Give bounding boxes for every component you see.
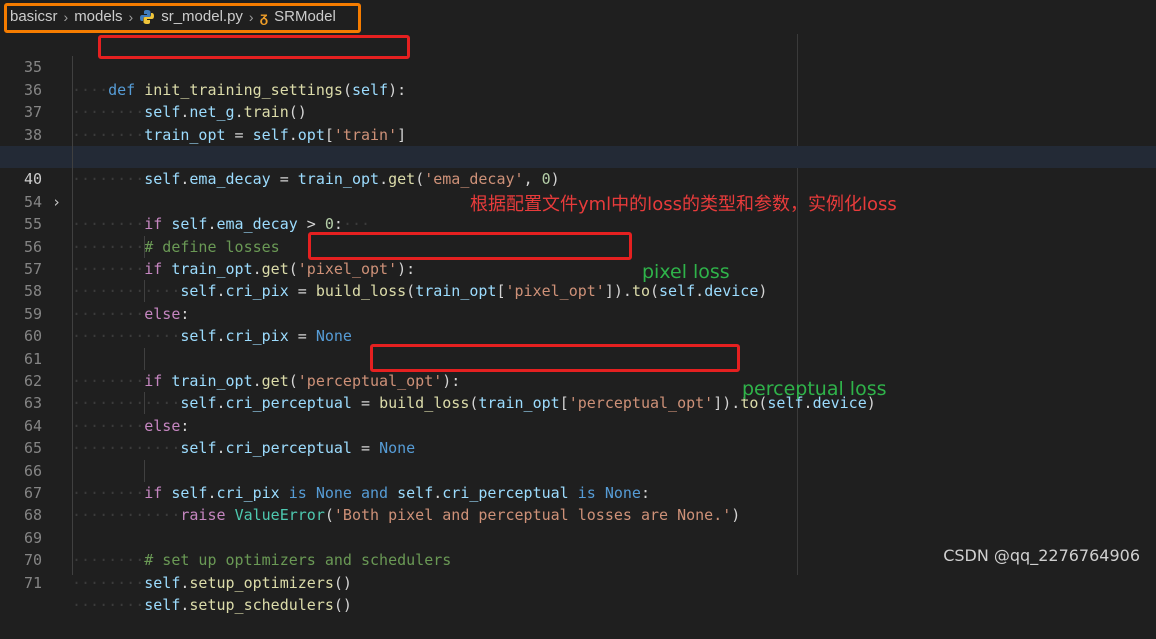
code-line[interactable]: 39 ········self.ema_decay = train_opt.ge… xyxy=(0,124,1156,188)
indent-guide xyxy=(144,348,145,370)
code-line[interactable]: 59 ············self.cri_pix = None xyxy=(0,280,1156,345)
code-line[interactable]: 38 xyxy=(0,101,1156,144)
code-line[interactable]: 60 xyxy=(0,303,1156,345)
code-line[interactable]: 66 ········if self.cri_pix is None and s… xyxy=(0,437,1156,502)
code-line-current[interactable]: 40 › ········if self.ema_decay > 0:··· xyxy=(0,146,1156,233)
code-line[interactable]: 64 ············self.cri_perceptual = Non… xyxy=(0,392,1156,457)
breadcrumb: basicsr › models › sr_model.py › ᵹ SRMod… xyxy=(0,0,1156,34)
code-line[interactable]: 69 ········# set up optimizers and sched… xyxy=(0,504,1156,569)
class-symbol-icon: ᵹ xyxy=(259,8,269,25)
highlight-box-perceptual-loss xyxy=(370,344,740,372)
indent-guide xyxy=(144,236,145,258)
chevron-right-icon: › xyxy=(63,8,69,25)
chevron-right-icon: › xyxy=(248,8,254,25)
highlight-box-function-def xyxy=(98,35,410,59)
indent-guide xyxy=(144,280,145,302)
breadcrumb-item-basicsr[interactable]: basicsr xyxy=(10,8,58,25)
chevron-right-icon: › xyxy=(128,8,134,25)
python-file-icon xyxy=(140,9,155,24)
code-text: ········self.setup_schedulers() xyxy=(72,596,352,614)
annotation-note-perceptual: perceptual loss xyxy=(742,378,887,400)
breadcrumb-item-class[interactable]: SRModel xyxy=(274,8,336,25)
code-editor[interactable]: 35 ····def init_training_settings(self):… xyxy=(0,34,1156,614)
code-line[interactable]: 68 xyxy=(0,482,1156,524)
indent-guide xyxy=(144,392,145,414)
indent-guide xyxy=(72,56,73,575)
code-line[interactable]: 36 ········self.net_g.train() xyxy=(0,56,1156,121)
annotation-note-main: 根据配置文件yml中的loss的类型和参数，实例化loss xyxy=(470,194,897,215)
code-line[interactable]: 65 xyxy=(0,415,1156,457)
breadcrumb-item-models[interactable]: models xyxy=(74,8,122,25)
code-line[interactable]: 54 xyxy=(0,168,1156,211)
code-line[interactable]: 37 ········train_opt = self.opt['train'] xyxy=(0,79,1156,143)
code-line[interactable]: 63 ········else: xyxy=(0,370,1156,434)
highlight-box-pixel-loss xyxy=(308,232,632,260)
watermark: CSDN @qq_2276764906 xyxy=(943,546,1140,565)
breadcrumb-item-file[interactable]: sr_model.py xyxy=(161,8,243,25)
indent-guide xyxy=(144,460,145,482)
annotation-note-pixel: pixel loss xyxy=(642,261,730,283)
code-line[interactable]: 67 ············raise ValueError('Both pi… xyxy=(0,460,1156,524)
code-line[interactable]: 58 ········else: xyxy=(0,258,1156,322)
